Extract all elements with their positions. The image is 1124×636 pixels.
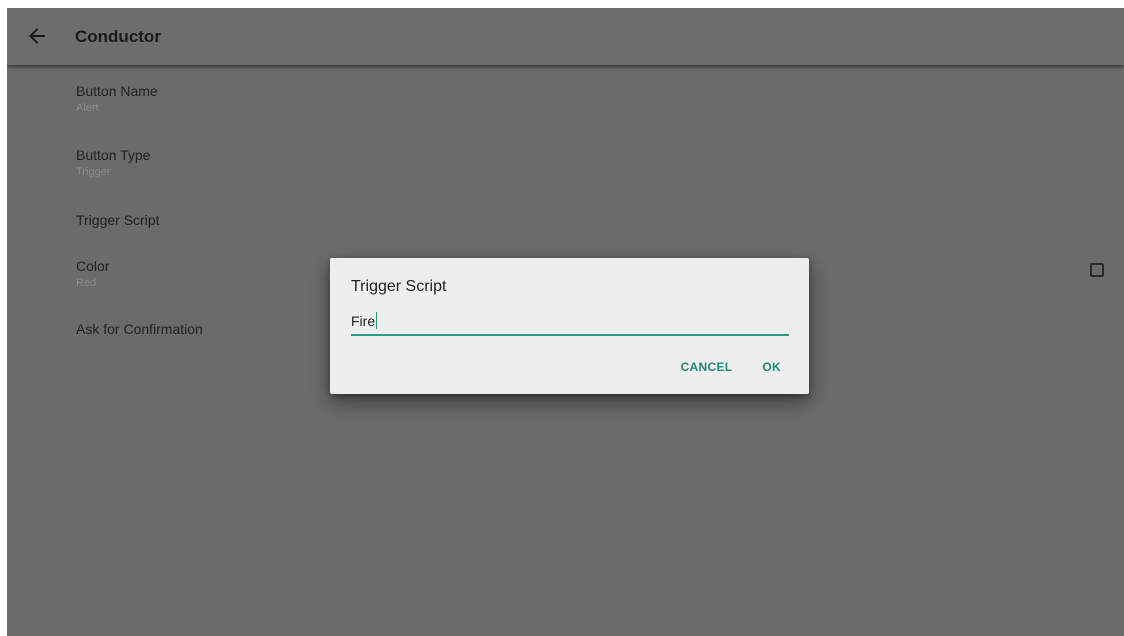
trigger-script-dialog: Trigger Script CANCEL OK [330, 258, 809, 394]
pref-summary: Alert [76, 102, 99, 114]
pref-button-type[interactable]: Button Type Trigger [76, 147, 1076, 180]
pref-title: Button Name [76, 83, 158, 99]
dialog-input-underline [351, 310, 789, 336]
app-screen: Conductor Button Name Alert Button Type … [7, 8, 1124, 636]
app-bar: Conductor [7, 8, 1124, 65]
dialog-actions: CANCEL OK [681, 360, 781, 374]
pref-summary: Trigger [76, 166, 111, 178]
pref-button-name[interactable]: Button Name Alert [76, 83, 1076, 116]
back-button[interactable] [25, 24, 49, 48]
arrow-left-icon [29, 28, 45, 44]
ok-button[interactable]: OK [762, 360, 781, 374]
app-title: Conductor [75, 27, 161, 46]
confirmation-checkbox[interactable] [1090, 263, 1104, 277]
pref-title: Trigger Script [76, 212, 160, 228]
trigger-script-input[interactable] [351, 310, 789, 332]
pref-trigger-script[interactable]: Trigger Script [76, 212, 1076, 229]
dialog-title: Trigger Script [351, 278, 447, 295]
text-caret [376, 312, 377, 329]
cancel-button[interactable]: CANCEL [681, 360, 733, 374]
pref-title: Button Type [76, 147, 151, 163]
